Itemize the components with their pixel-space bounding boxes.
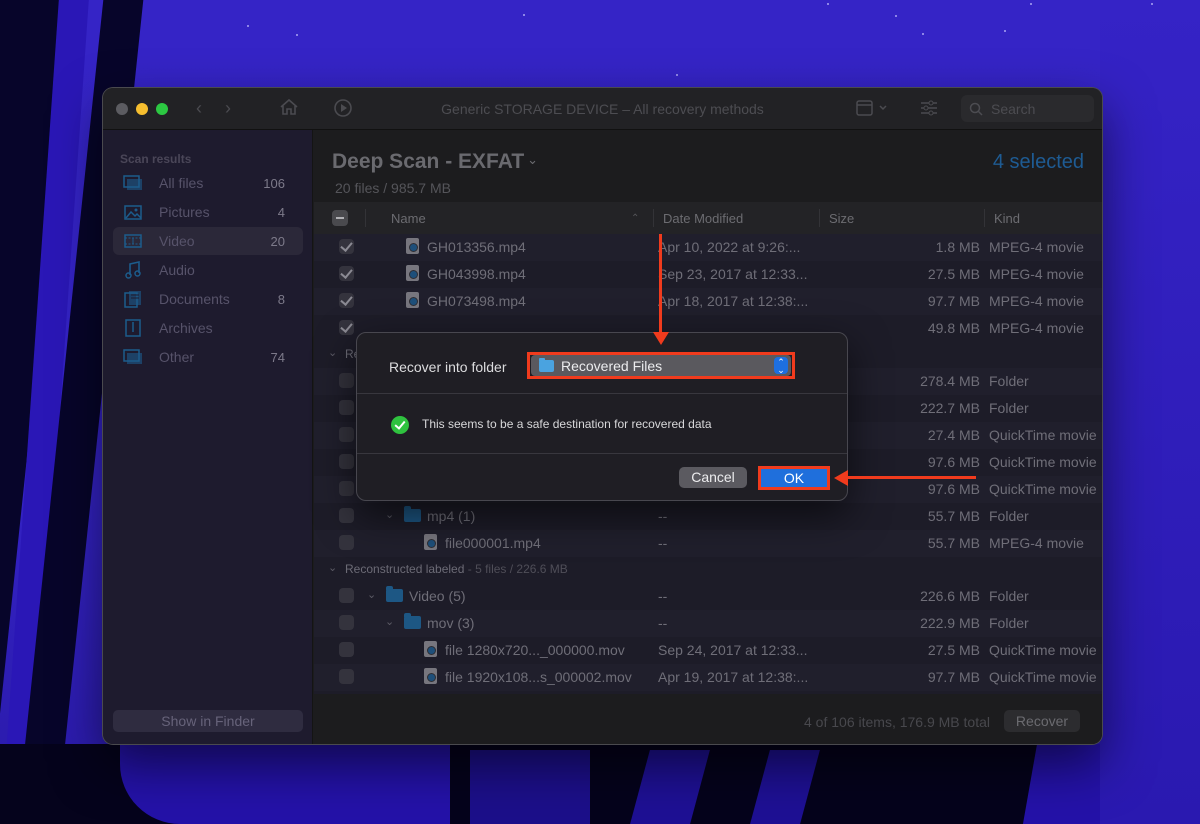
select-all-checkbox[interactable]	[332, 210, 348, 226]
sidebar-heading: Scan results	[120, 152, 192, 166]
movie-file-icon	[406, 238, 419, 254]
recover-into-folder-label: Recover into folder	[389, 359, 507, 375]
annotation-arrowhead	[653, 332, 669, 345]
row-checkbox[interactable]	[339, 320, 354, 335]
chevron-down-icon[interactable]: ⌄	[328, 346, 337, 359]
pictures-icon	[123, 203, 143, 221]
movie-file-icon	[406, 292, 419, 308]
table-row[interactable]: ⌄ mp4 (1) -- 55.7 MB Folder	[314, 503, 1102, 530]
folder-icon	[404, 613, 421, 629]
table-row[interactable]: ⌄ Video (5) -- 226.6 MB Folder	[314, 583, 1102, 610]
title-bar: ‹ › Generic STORAGE DEVICE – All recover…	[103, 88, 1102, 130]
row-checkbox[interactable]	[339, 535, 354, 550]
chevron-down-icon[interactable]: ⌄	[385, 508, 394, 521]
row-checkbox[interactable]	[339, 642, 354, 657]
annotation-highlight	[527, 352, 795, 379]
table-row[interactable]: GH073498.mp4 Apr 18, 2017 at 12:38:... 9…	[314, 288, 1102, 315]
table-header: Name ⌃ Date Modified Size Kind	[314, 202, 1102, 234]
selected-count: 4 selected	[992, 151, 1084, 173]
row-checkbox[interactable]	[339, 615, 354, 630]
recover-dialog: Recover into folder Recovered Files ⌃ ⌄ T…	[356, 332, 848, 501]
chevron-down-icon: ⌄	[527, 152, 539, 167]
table-row[interactable]: file 1920x108...s_000002.mov Apr 19, 201…	[314, 664, 1102, 691]
sidebar: Scan results All files 106 Pictures 4 Vi…	[103, 130, 313, 744]
chevron-down-icon[interactable]: ⌄	[328, 561, 337, 574]
row-checkbox[interactable]	[339, 239, 354, 254]
row-checkbox[interactable]	[339, 293, 354, 308]
table-row[interactable]: ⌄ mov (3) -- 222.9 MB Folder	[314, 610, 1102, 637]
row-checkbox[interactable]	[339, 454, 354, 469]
scan-summary: 20 files / 985.7 MB	[335, 180, 451, 196]
row-checkbox[interactable]	[339, 669, 354, 684]
chevron-down-icon[interactable]: ⌄	[385, 615, 394, 628]
sidebar-item-archives[interactable]: Archives	[113, 314, 303, 342]
search-placeholder: Search	[991, 100, 1036, 117]
video-icon	[123, 232, 143, 250]
search-field[interactable]: Search	[961, 95, 1094, 122]
movie-file-icon	[424, 668, 437, 684]
movie-file-icon	[424, 641, 437, 657]
scan-title-dropdown[interactable]: Deep Scan - EXFAT ⌄	[332, 150, 538, 174]
audio-icon	[123, 261, 143, 279]
sidebar-item-pictures[interactable]: Pictures 4	[113, 198, 303, 226]
column-header-name[interactable]: Name	[391, 211, 426, 226]
cancel-button[interactable]: Cancel	[679, 467, 747, 488]
sidebar-item-audio[interactable]: Audio	[113, 256, 303, 284]
sidebar-item-documents[interactable]: Documents 8	[113, 285, 303, 313]
table-row[interactable]: GH043998.mp4 Sep 23, 2017 at 12:33... 27…	[314, 261, 1102, 288]
show-in-finder-button[interactable]: Show in Finder	[113, 710, 303, 732]
documents-icon	[123, 290, 143, 308]
row-checkbox[interactable]	[339, 400, 354, 415]
folder-icon	[386, 586, 403, 602]
selection-summary: 4 of 106 items, 176.9 MB total	[804, 714, 990, 730]
sort-ascending-icon: ⌃	[631, 213, 640, 224]
sidebar-item-video[interactable]: Video 20	[113, 227, 303, 255]
sidebar-item-other[interactable]: Other 74	[113, 343, 303, 371]
movie-file-icon	[424, 534, 437, 550]
movie-file-icon	[406, 265, 419, 281]
annotation-arrowhead	[834, 470, 848, 486]
column-header-size[interactable]: Size	[829, 211, 854, 226]
annotation-arrow	[659, 234, 662, 334]
table-row[interactable]: GH013356.mp4 Apr 10, 2022 at 9:26:... 1.…	[314, 234, 1102, 261]
table-row[interactable]: file 1280x720..._000000.mov Sep 24, 2017…	[314, 637, 1102, 664]
row-checkbox[interactable]	[339, 481, 354, 496]
all-files-icon	[123, 174, 143, 192]
safe-destination-message: This seems to be a safe destination for …	[422, 417, 712, 431]
checkmark-circle-icon	[391, 416, 409, 434]
folder-icon	[404, 506, 421, 522]
footer-bar: 4 of 106 items, 176.9 MB total Recover	[314, 694, 1102, 744]
row-checkbox[interactable]	[339, 266, 354, 281]
row-checkbox[interactable]	[339, 427, 354, 442]
view-options-icon[interactable]	[856, 100, 890, 119]
section-header[interactable]: ⌄ Reconstructed labeled - 5 files / 226.…	[314, 557, 1102, 581]
other-icon	[123, 348, 143, 366]
filter-sliders-icon[interactable]	[919, 99, 939, 120]
recover-button[interactable]: Recover	[1004, 710, 1080, 732]
row-checkbox[interactable]	[339, 373, 354, 388]
archives-icon	[123, 319, 143, 337]
table-row[interactable]: file000001.mp4 -- 55.7 MB MPEG-4 movie	[314, 530, 1102, 557]
row-checkbox[interactable]	[339, 508, 354, 523]
row-checkbox[interactable]	[339, 588, 354, 603]
chevron-down-icon[interactable]: ⌄	[367, 588, 376, 601]
column-header-kind[interactable]: Kind	[994, 211, 1020, 226]
column-header-date[interactable]: Date Modified	[663, 211, 743, 226]
window-title: Generic STORAGE DEVICE – All recovery me…	[441, 101, 764, 117]
search-icon	[969, 102, 983, 116]
annotation-highlight	[758, 466, 830, 490]
sidebar-item-all-files[interactable]: All files 106	[113, 169, 303, 197]
annotation-arrow	[848, 476, 976, 479]
